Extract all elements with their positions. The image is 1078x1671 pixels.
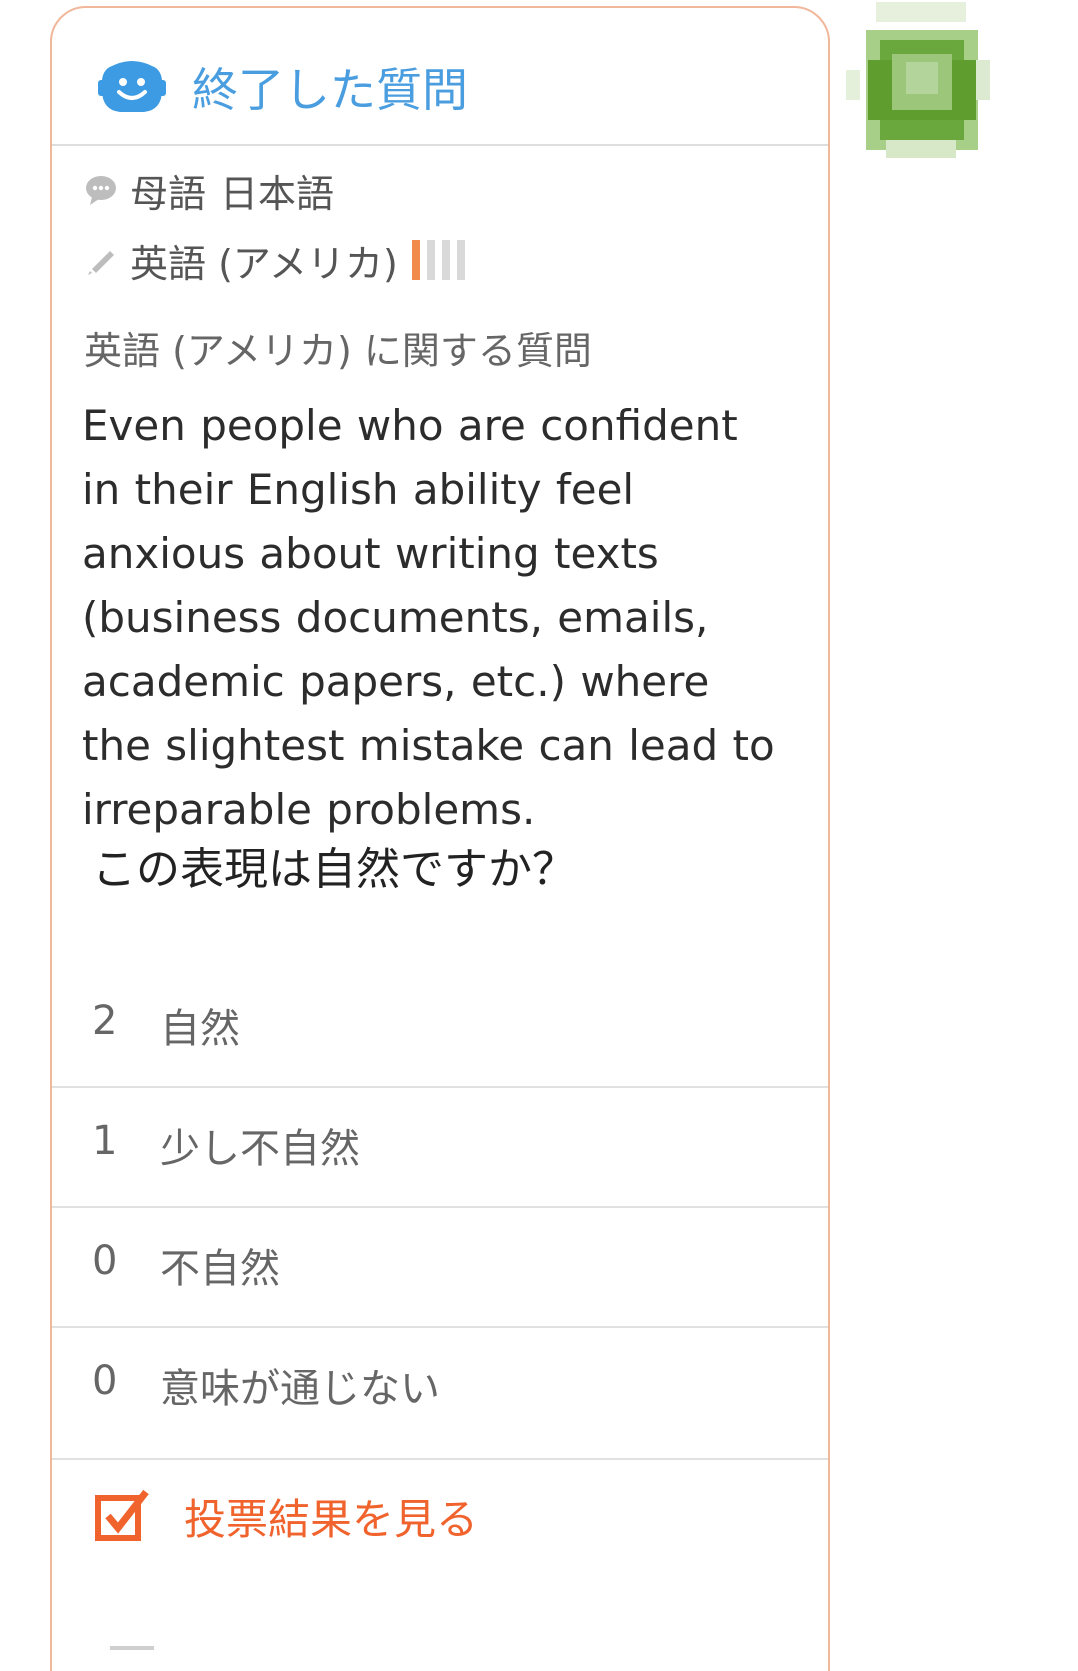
- native-language-label: 母語: [130, 171, 207, 216]
- level-bar: [441, 240, 450, 280]
- question-text: Even people who are confident in their E…: [82, 401, 775, 834]
- view-results-label: 投票結果を見る: [184, 1495, 479, 1544]
- vote-option-slightly-unnatural[interactable]: 1 少し不自然: [52, 1088, 828, 1208]
- vote-options: 2 自然 1 少し不自然 0 不自然 0 意味が通じない: [52, 968, 828, 1448]
- vote-count: 2: [92, 998, 118, 1044]
- vote-count: 0: [92, 1358, 118, 1404]
- level-bar: [411, 240, 420, 280]
- page: 終了した質問 母語 日本語 英語 (アメリカ) 英語 (アメリカ) に関する質問…: [0, 0, 1078, 1671]
- learning-language-row: 英語 (アメリカ): [84, 232, 472, 288]
- proficiency-level-bars: [411, 239, 472, 281]
- vote-label: 意味が通じない: [160, 1366, 440, 1412]
- learning-language-value: 英語 (アメリカ): [130, 241, 398, 286]
- checkbox-checked-icon: [95, 1489, 149, 1541]
- vote-option-natural[interactable]: 2 自然: [52, 968, 828, 1088]
- question-card: 終了した質問 母語 日本語 英語 (アメリカ) 英語 (アメリカ) に関する質問…: [50, 6, 830, 1671]
- vote-count: 0: [92, 1238, 118, 1284]
- level-bar: [456, 240, 465, 280]
- card-header: 終了した質問: [52, 8, 828, 146]
- page-title: 終了した質問: [192, 63, 468, 117]
- partial-icon: [110, 1646, 154, 1671]
- user-avatar[interactable]: [846, 0, 996, 170]
- question-prompt: この表現は自然ですか？: [92, 844, 576, 895]
- vote-label: 自然: [160, 1006, 240, 1052]
- view-results-button[interactable]: 投票結果を見る: [52, 1458, 828, 1580]
- smiley-bubble-icon: [98, 61, 166, 112]
- vote-label: 不自然: [160, 1246, 280, 1292]
- vote-label: 少し不自然: [160, 1126, 360, 1172]
- native-language-row: 母語 日本語: [84, 162, 334, 218]
- level-bar: [426, 240, 435, 280]
- vote-count: 1: [92, 1118, 118, 1164]
- pencil-icon: [88, 251, 114, 275]
- vote-option-unnatural[interactable]: 0 不自然: [52, 1208, 828, 1328]
- native-language-value: 日本語: [220, 171, 335, 216]
- question-category: 英語 (アメリカ) に関する質問: [84, 329, 592, 373]
- vote-option-unintelligible[interactable]: 0 意味が通じない: [52, 1328, 828, 1448]
- speech-bubble-icon: [86, 176, 116, 205]
